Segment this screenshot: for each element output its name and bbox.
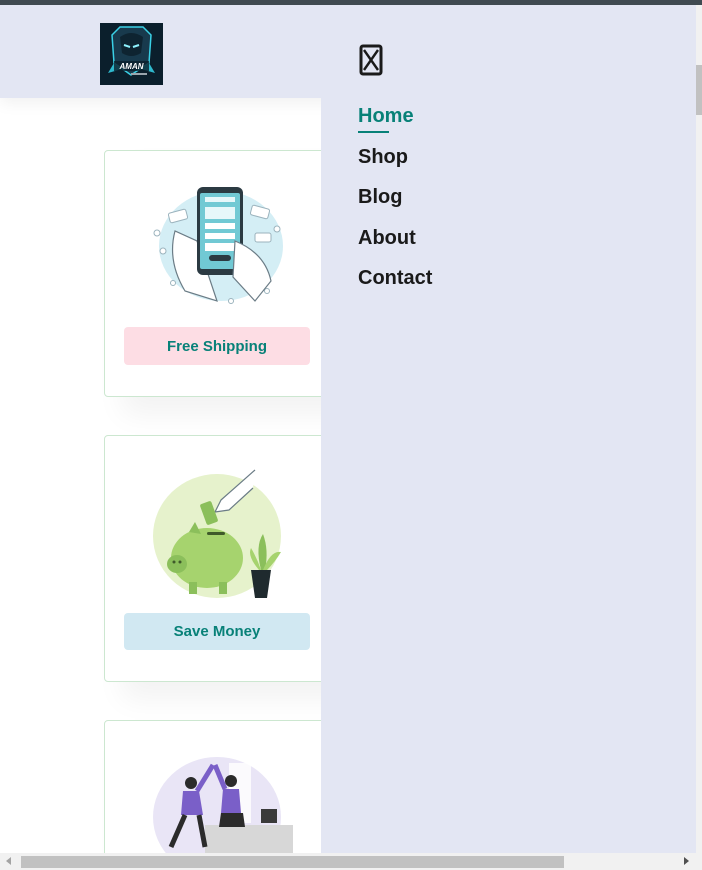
brand-logo-icon: AMAN [100,23,163,85]
nav-item-contact: Contact [358,263,432,304]
nav-link-contact[interactable]: Contact [358,263,432,293]
save-money-badge: Save Money [124,613,310,650]
feature-card-save-money[interactable]: Save Money [104,435,344,682]
close-menu-button[interactable] [358,43,384,77]
nav-link-home[interactable]: Home [358,101,414,133]
nav-link-about[interactable]: About [358,223,416,253]
piggy-bank-icon [153,469,281,598]
save-money-label: Save Money [173,623,261,640]
nav-list: Home Shop Blog About Contact [358,101,432,304]
payment-phone-icon [153,187,283,304]
nav-link-blog[interactable]: Blog [358,182,402,212]
nav-item-blog: Blog [358,182,432,223]
scroll-right-arrow-icon[interactable] [684,857,689,865]
vertical-scrollbar-thumb[interactable] [696,65,702,115]
nav-item-about: About [358,223,432,264]
free-shipping-label: Free Shipping [166,337,267,355]
scroll-left-arrow-icon[interactable] [6,857,11,865]
svg-text:AMAN: AMAN [119,62,144,71]
nav-item-home: Home [358,101,432,142]
nav-link-shop[interactable]: Shop [358,142,408,172]
horizontal-scrollbar-thumb[interactable] [21,856,564,868]
high-five-icon [153,757,293,855]
brand-logo[interactable]: AMAN [100,23,163,85]
free-shipping-badge: Free Shipping [124,327,310,365]
feature-card-third[interactable] [104,720,344,870]
feature-card-free-shipping[interactable]: Free Shipping [104,150,344,397]
nav-item-shop: Shop [358,142,432,183]
vertical-scrollbar-track[interactable] [696,5,702,853]
close-icon [359,44,383,76]
mobile-nav-drawer: Home Shop Blog About Contact [321,5,696,853]
